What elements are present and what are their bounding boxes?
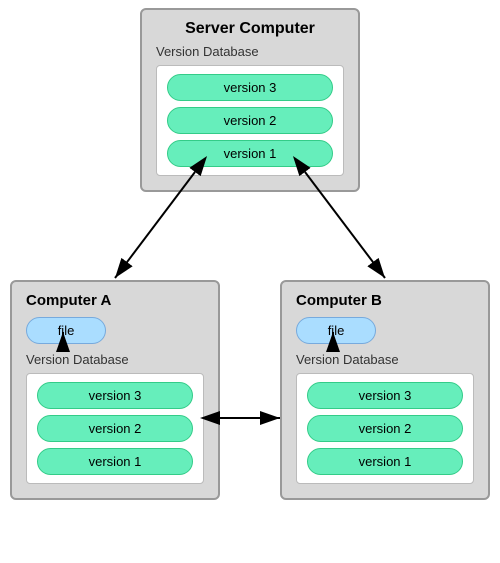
- computer-a-box: Computer A file Version Database version…: [10, 280, 220, 500]
- server-version-2: version 2: [167, 107, 333, 134]
- computer-b-db-container: version 3 version 2 version 1: [296, 373, 474, 484]
- server-title: Server Computer: [156, 20, 344, 38]
- computer-a-version-3: version 3: [37, 382, 193, 409]
- computer-b-version-2: version 2: [307, 415, 463, 442]
- computer-a-version-2: version 2: [37, 415, 193, 442]
- computer-b-version-1: version 1: [307, 448, 463, 475]
- server-db-container: version 3 version 2 version 1: [156, 65, 344, 176]
- server-computer-box: Server Computer Version Database version…: [140, 8, 360, 192]
- computer-a-file: file: [26, 317, 106, 344]
- computer-a-db-label: Version Database: [26, 352, 204, 367]
- computer-b-title: Computer B: [296, 292, 474, 309]
- computer-a-version-1: version 1: [37, 448, 193, 475]
- server-version-3: version 3: [167, 74, 333, 101]
- server-db-label: Version Database: [156, 44, 344, 59]
- computer-b-box: Computer B file Version Database version…: [280, 280, 490, 500]
- server-version-1: version 1: [167, 140, 333, 167]
- computer-b-version-3: version 3: [307, 382, 463, 409]
- computer-a-title: Computer A: [26, 292, 204, 309]
- computer-b-db-label: Version Database: [296, 352, 474, 367]
- computer-a-db-container: version 3 version 2 version 1: [26, 373, 204, 484]
- computer-b-file: file: [296, 317, 376, 344]
- diagram: Server Computer Version Database version…: [0, 0, 500, 563]
